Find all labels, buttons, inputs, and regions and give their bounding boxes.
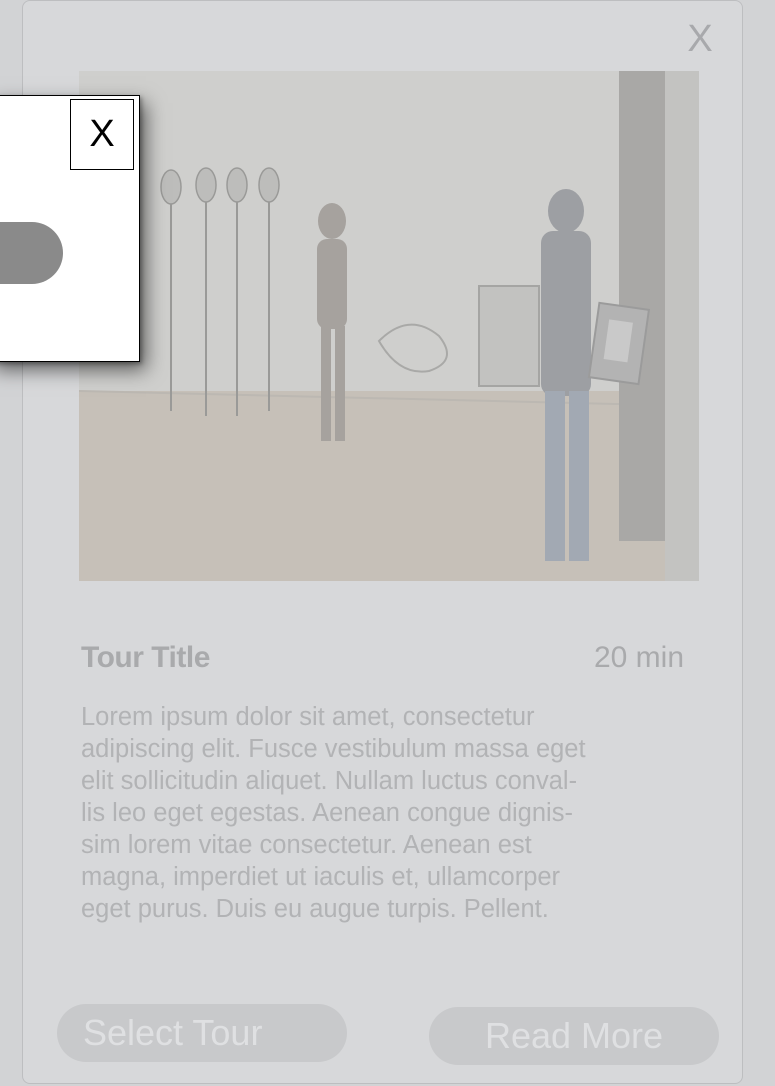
description-line: adipiscing elit. Fusce vestibulum massa … xyxy=(81,735,586,763)
tour-title: Tour Title xyxy=(81,641,210,674)
read-more-button[interactable]: Read More xyxy=(429,1007,719,1065)
popup-dialog: X xyxy=(0,95,140,362)
select-tour-button[interactable]: Select Tour xyxy=(57,1004,347,1062)
museum-gallery-illustration xyxy=(79,71,699,581)
tour-description: Lorem ipsum dolor sit amet, consectetur … xyxy=(81,701,701,925)
tour-duration: 20 min xyxy=(593,641,684,674)
description-line: Lorem ipsum dolor sit amet, consectetur xyxy=(81,703,535,731)
dialog-action-button[interactable] xyxy=(0,222,63,284)
dialog-close-button[interactable]: X xyxy=(70,99,134,170)
screen: X Tour Title 20 min Lorem ipsum dolor si… xyxy=(0,0,775,1086)
description-line: elit sollicitudin aliquet. Nullam luctus… xyxy=(81,767,578,795)
description-line: sim lorem vitae consectetur. Aenean est xyxy=(81,831,532,859)
tour-image xyxy=(79,71,699,581)
description-line: magna, imperdiet ut iaculis et, ullamcor… xyxy=(81,863,561,891)
card-close-button[interactable]: X xyxy=(680,19,720,59)
description-line: eget purus. Duis eu augue turpis. Pellen… xyxy=(81,895,549,923)
description-line: lis leo eget egestas. Aenean congue dign… xyxy=(81,799,573,827)
